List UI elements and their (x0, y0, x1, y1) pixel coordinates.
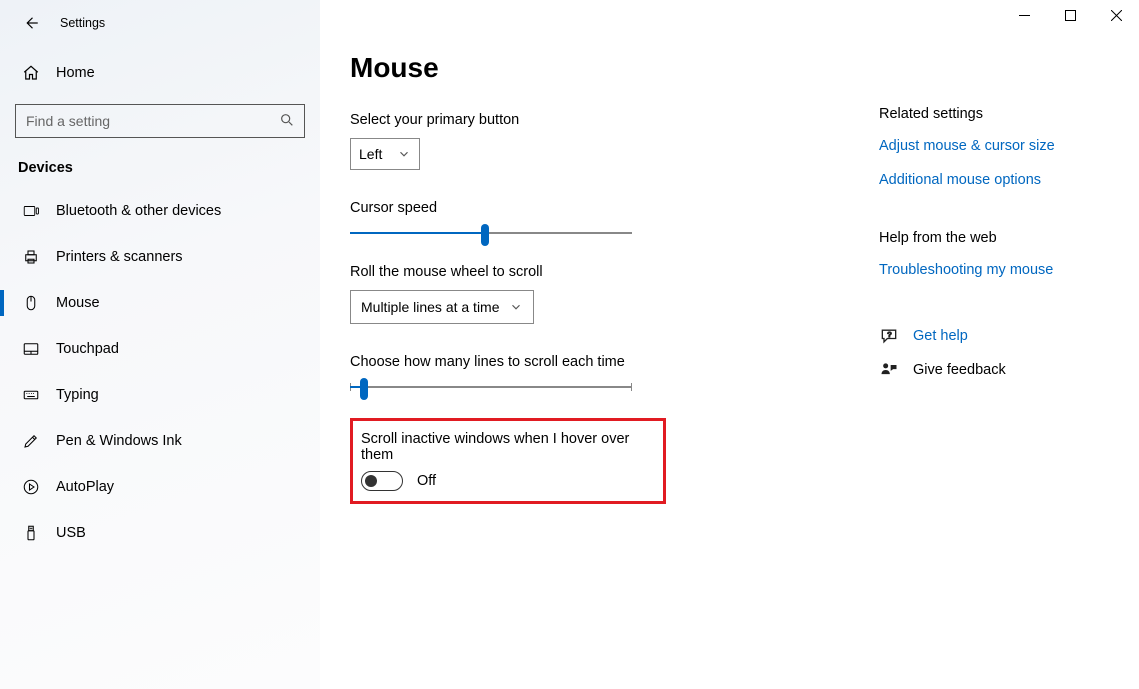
mouse-icon (22, 294, 40, 312)
scroll-inactive-toggle[interactable] (361, 471, 403, 491)
sidebar-item-typing[interactable]: Typing (0, 372, 320, 418)
usb-icon (22, 524, 40, 542)
svg-text:?: ? (887, 330, 891, 339)
slider-thumb[interactable] (360, 378, 368, 400)
search-input[interactable] (15, 104, 305, 138)
sidebar-item-label: Pen & Windows Ink (56, 433, 182, 449)
right-column: Related settings Adjust mouse & cursor s… (879, 106, 1109, 394)
close-button[interactable] (1093, 0, 1139, 30)
additional-mouse-link[interactable]: Additional mouse options (879, 172, 1109, 188)
help-chat-icon: ? (879, 326, 899, 346)
main-content: Mouse Select your primary button Left Cu… (320, 0, 1139, 689)
search-icon (279, 112, 295, 128)
app-title: Settings (60, 16, 105, 30)
sidebar-item-label: Touchpad (56, 341, 119, 357)
sidebar-item-usb[interactable]: USB (0, 510, 320, 556)
search-box[interactable] (15, 104, 305, 138)
related-settings-heading: Related settings (879, 106, 1109, 122)
maximize-icon (1065, 10, 1076, 21)
printer-icon (22, 248, 40, 266)
troubleshoot-link[interactable]: Troubleshooting my mouse (879, 262, 1109, 278)
category-title: Devices (0, 138, 320, 188)
feedback-icon (879, 360, 899, 380)
sidebar-item-label: AutoPlay (56, 479, 114, 495)
slider-thumb[interactable] (481, 224, 489, 246)
sidebar-item-label: Printers & scanners (56, 249, 183, 265)
minimize-icon (1019, 10, 1030, 21)
chevron-down-icon (509, 300, 523, 314)
sidebar-item-label: Bluetooth & other devices (56, 203, 221, 219)
close-icon (1111, 10, 1122, 21)
feedback-label: Give feedback (913, 362, 1006, 378)
sidebar-item-autoplay[interactable]: AutoPlay (0, 464, 320, 510)
home-label: Home (56, 65, 95, 81)
sidebar-item-label: Mouse (56, 295, 100, 311)
keyboard-icon (22, 386, 40, 404)
bluetooth-icon (22, 202, 40, 220)
page-title: Mouse (350, 52, 1099, 84)
wheel-select[interactable]: Multiple lines at a time (350, 290, 534, 324)
primary-button-value: Left (359, 146, 382, 162)
sidebar-item-mouse[interactable]: Mouse (0, 280, 320, 326)
sidebar-item-pen[interactable]: Pen & Windows Ink (0, 418, 320, 464)
window-controls (1001, 0, 1139, 30)
get-help-label: Get help (913, 328, 968, 344)
sidebar: Settings Home Devices Bluetooth & other … (0, 0, 320, 689)
lines-slider[interactable] (350, 386, 632, 388)
sidebar-item-bluetooth[interactable]: Bluetooth & other devices (0, 188, 320, 234)
adjust-mouse-link[interactable]: Adjust mouse & cursor size (879, 138, 1109, 154)
touchpad-icon (22, 340, 40, 358)
maximize-button[interactable] (1047, 0, 1093, 30)
wheel-value: Multiple lines at a time (361, 299, 500, 315)
toggle-knob (365, 475, 377, 487)
chevron-down-icon (397, 147, 411, 161)
scroll-inactive-highlight: Scroll inactive windows when I hover ove… (350, 418, 666, 504)
cursor-speed-slider[interactable] (350, 232, 632, 234)
sidebar-item-printers[interactable]: Printers & scanners (0, 234, 320, 280)
feedback-row[interactable]: Give feedback (879, 360, 1109, 380)
sidebar-item-label: USB (56, 525, 86, 541)
scroll-inactive-state: Off (417, 473, 436, 489)
help-heading: Help from the web (879, 230, 1109, 246)
sidebar-item-label: Typing (56, 387, 99, 403)
autoplay-icon (22, 478, 40, 496)
get-help-row[interactable]: ? Get help (879, 326, 1109, 346)
primary-button-select[interactable]: Left (350, 138, 420, 170)
back-arrow-icon (22, 14, 40, 32)
back-button[interactable]: Settings (0, 8, 320, 38)
sidebar-item-touchpad[interactable]: Touchpad (0, 326, 320, 372)
home-row[interactable]: Home (0, 52, 320, 94)
home-icon (22, 64, 40, 82)
scroll-inactive-label: Scroll inactive windows when I hover ove… (361, 431, 651, 463)
minimize-button[interactable] (1001, 0, 1047, 30)
pen-icon (22, 432, 40, 450)
